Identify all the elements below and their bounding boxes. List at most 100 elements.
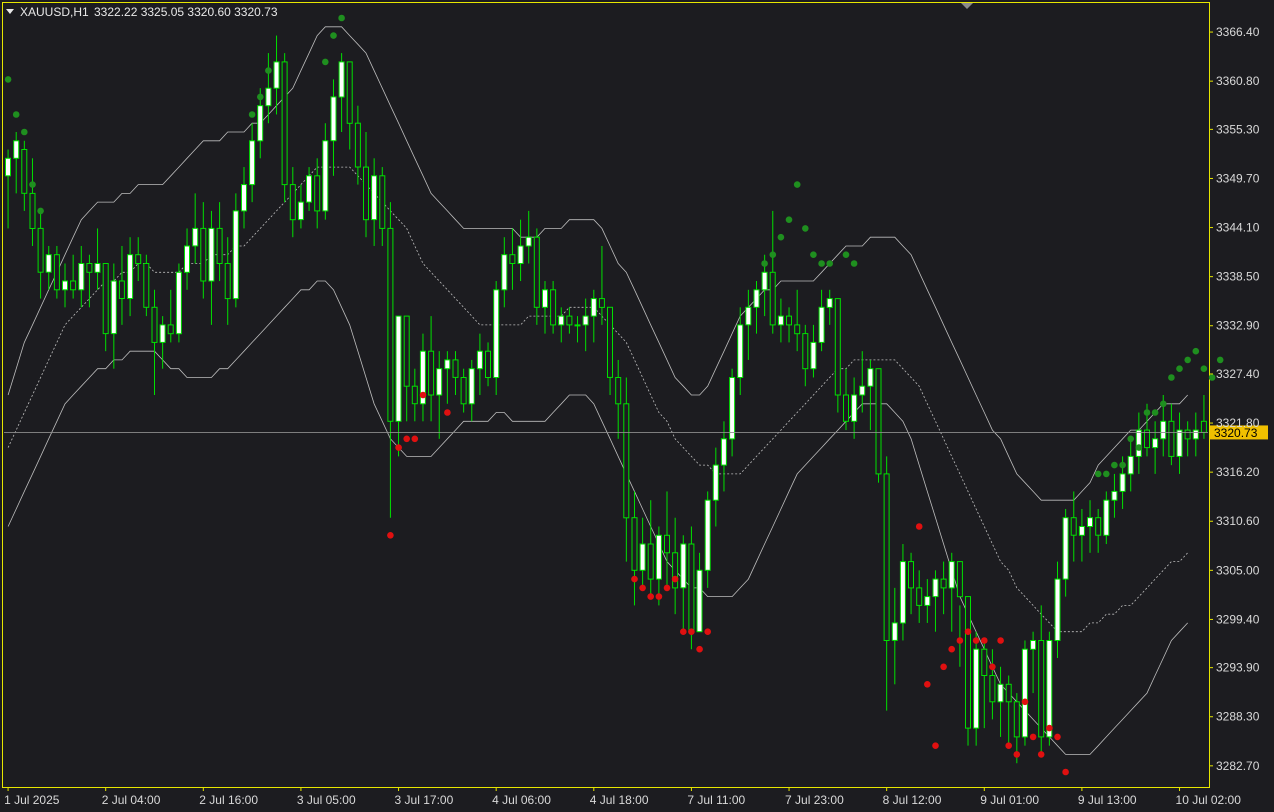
candle-bull <box>1021 648 1028 738</box>
x-tick-label: 3 Jul 05:00 <box>297 793 356 807</box>
sar-dot-above <box>802 225 809 232</box>
candle-bull <box>175 271 182 335</box>
candle-bull <box>265 87 272 107</box>
sar-dot-below <box>1054 733 1061 741</box>
sar-dot-below <box>981 637 988 644</box>
candle-bull <box>476 350 483 370</box>
candle-bull <box>948 561 955 589</box>
candle-bull <box>94 263 101 273</box>
candle-bear <box>379 175 386 229</box>
y-tick-label: 3366.40 <box>1216 25 1260 39</box>
sar-dot-above <box>322 58 329 66</box>
sar-dot-above <box>29 181 36 188</box>
sar-dot-above <box>21 128 28 136</box>
y-tick-label: 3299.40 <box>1216 612 1260 626</box>
sar-dot-above <box>842 251 850 258</box>
sar-dot-below <box>948 645 955 653</box>
candle-bull <box>1062 517 1069 580</box>
candle-bear <box>289 184 296 221</box>
x-tick-label: 4 Jul 06:00 <box>492 793 551 807</box>
sar-dot-above <box>1208 374 1216 381</box>
sar-dot-above <box>1111 461 1118 469</box>
sar-dot-below <box>663 584 671 592</box>
sar-dot-above <box>818 260 825 267</box>
candle-bull <box>1135 429 1142 457</box>
x-tick-label: 1 Jul 2025 <box>4 793 60 807</box>
candle-bear <box>533 236 540 308</box>
candle-bear <box>875 368 882 475</box>
candle-bull <box>810 341 817 370</box>
candle-bear <box>623 403 630 519</box>
candle-bull <box>867 368 874 387</box>
sar-dot-below <box>964 628 972 635</box>
candle-bull <box>720 438 727 466</box>
sar-dot-above <box>248 111 256 118</box>
sar-dot-above <box>826 260 833 267</box>
y-tick-label: 3327.40 <box>1216 367 1260 381</box>
candle-bear <box>485 350 491 379</box>
candle-bear <box>1070 517 1077 536</box>
sar-dot-below <box>932 742 939 749</box>
candle-bull <box>761 271 768 291</box>
sar-dot-above <box>1143 409 1151 416</box>
sar-dot-below <box>989 663 996 671</box>
sar-dot-above <box>265 67 272 74</box>
candle-bear <box>598 298 605 308</box>
candle-bull <box>45 254 52 273</box>
candle-bear <box>1168 420 1175 457</box>
candle-bear <box>883 473 890 641</box>
candle-bull <box>1046 640 1053 738</box>
candle-bear <box>428 350 435 396</box>
candle-bull <box>395 315 402 422</box>
candle-bull <box>444 359 451 370</box>
sar-dot-below <box>924 681 931 688</box>
chart-background <box>0 0 1274 812</box>
candle-bear <box>387 227 394 422</box>
candle-bear <box>509 254 516 264</box>
candle-bear <box>550 289 557 326</box>
candle-bull <box>932 578 939 598</box>
sar-dot-below <box>411 435 419 443</box>
sar-dot-above <box>1192 347 1200 355</box>
sar-dot-above <box>810 251 817 258</box>
sar-dot-below <box>972 637 980 644</box>
candle-bear <box>786 315 792 326</box>
sar-dot-above <box>777 233 785 241</box>
candle-bull <box>704 499 711 571</box>
candle-bull <box>558 315 565 326</box>
candle-bull <box>525 236 532 247</box>
chart-window[interactable]: 3320.73 3366.40 3360.80 3355.30 3349.70 3344… <box>0 0 1274 812</box>
sar-dot-below <box>1046 724 1053 732</box>
candle-bull <box>322 140 329 212</box>
price-chart[interactable]: 3320.73 3366.403360.803355.303349.703344… <box>0 0 1274 812</box>
candle-bull <box>859 385 866 396</box>
sar-dot-above <box>793 181 801 188</box>
candle-bear <box>672 552 679 589</box>
candle-bull <box>306 175 312 203</box>
candle-bull <box>1160 420 1167 440</box>
candle-bear <box>794 324 801 335</box>
candle-bear <box>615 377 622 405</box>
candle-bull <box>1111 490 1118 501</box>
candle-bear <box>411 385 418 405</box>
y-tick-label: 3344.10 <box>1216 221 1260 235</box>
sar-dot-above <box>330 32 337 39</box>
candle-bear <box>1013 701 1020 738</box>
candle-bear <box>354 122 361 168</box>
sar-dot-below <box>956 637 964 644</box>
candle-bear <box>452 359 459 378</box>
candle-bull <box>891 622 898 641</box>
candle-bull <box>184 245 190 273</box>
candle-bear <box>118 280 125 299</box>
sar-dot-above <box>1103 470 1110 478</box>
candle-bear <box>37 227 44 273</box>
candle-bear <box>1095 517 1102 536</box>
sar-dot-above <box>785 216 793 223</box>
candle-bull <box>493 289 500 378</box>
candle-bear <box>981 648 988 677</box>
candle-bear <box>940 578 947 589</box>
candle-bull <box>1030 640 1037 650</box>
sar-dot-above <box>1094 470 1102 478</box>
y-tick-label: 3360.80 <box>1216 74 1260 88</box>
candle-bull <box>127 254 134 299</box>
